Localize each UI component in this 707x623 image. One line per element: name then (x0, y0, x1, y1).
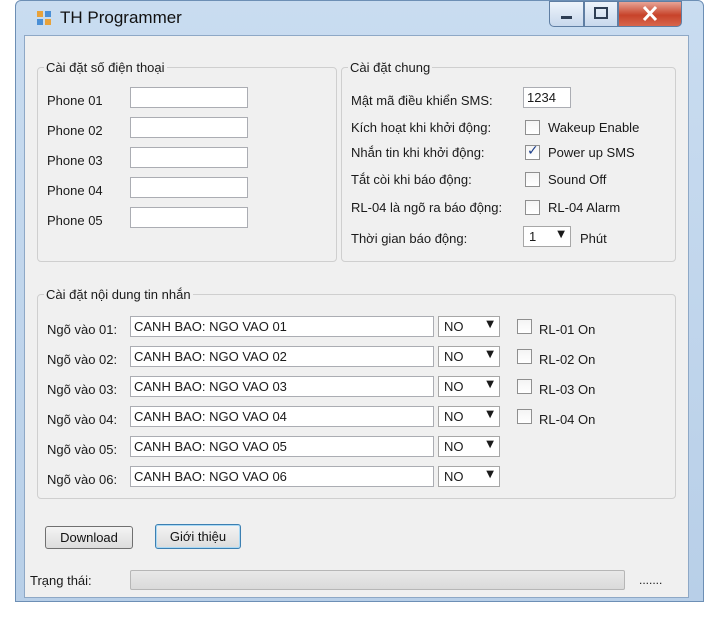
input-06-mode-value: NO (444, 469, 464, 484)
window-title: TH Programmer (60, 8, 182, 27)
sms-code-input[interactable]: 1234 (523, 87, 571, 108)
input-01-message[interactable]: CANH BAO: NGO VAO 01 (130, 316, 434, 337)
status-dots: ....... (639, 573, 663, 587)
phone-04-label: Phone 04 (47, 183, 103, 198)
input-02-mode-select[interactable]: NO ▼ (438, 346, 500, 367)
sound-off-checkbox[interactable] (525, 172, 540, 187)
chevron-down-icon: ▼ (486, 379, 494, 390)
minimize-button[interactable] (549, 1, 584, 27)
chevron-down-icon: ▼ (557, 229, 565, 240)
input-03-label: Ngõ vào 03: (47, 382, 118, 397)
rl-02-text: RL-02 On (539, 352, 596, 367)
message-settings-legend: Cài đặt nội dung tin nhắn (46, 287, 191, 302)
chevron-down-icon: ▼ (486, 469, 494, 480)
phone-01-input[interactable] (130, 87, 248, 108)
close-button[interactable] (618, 1, 682, 27)
input-04-mode-select[interactable]: NO ▼ (438, 406, 500, 427)
status-progress-bar (130, 570, 625, 590)
wakeup-enable-text: Wakeup Enable (548, 120, 640, 135)
rl-04-text: RL-04 On (539, 412, 596, 427)
maximize-button[interactable] (584, 1, 618, 27)
input-04-label: Ngõ vào 04: (47, 412, 118, 427)
rl-01-checkbox[interactable] (517, 319, 532, 334)
input-05-mode-value: NO (444, 439, 464, 454)
phone-03-input[interactable] (130, 147, 248, 168)
phone-04-input[interactable] (130, 177, 248, 198)
rl-03-text: RL-03 On (539, 382, 596, 397)
alarm-time-unit: Phút (580, 231, 607, 246)
power-up-sms-checkbox[interactable] (525, 143, 540, 160)
rl04-alarm-text: RL-04 Alarm (548, 200, 621, 215)
phone-settings-legend: Cài đặt số điện thoại (46, 60, 165, 75)
general-settings-legend: Cài đặt chung (350, 60, 431, 75)
chevron-down-icon: ▼ (486, 409, 494, 420)
input-05-message[interactable]: CANH BAO: NGO VAO 05 (130, 436, 434, 457)
input-01-mode-select[interactable]: NO ▼ (438, 316, 500, 337)
power-up-sms-text: Power up SMS (548, 145, 635, 160)
rl04-alarm-label: RL-04 là ngõ ra báo động: (351, 200, 503, 215)
input-06-label: Ngõ vào 06: (47, 472, 118, 487)
phone-01-label: Phone 01 (47, 93, 103, 108)
rl-04-checkbox[interactable] (517, 409, 532, 424)
rl04-alarm-checkbox[interactable] (525, 200, 540, 215)
powerup-label: Nhắn tin khi khởi động: (351, 145, 485, 160)
phone-02-label: Phone 02 (47, 123, 103, 138)
minimize-icon (561, 16, 572, 19)
input-02-label: Ngõ vào 02: (47, 352, 118, 367)
input-05-label: Ngõ vào 05: (47, 442, 118, 457)
app-window: TH Programmer Cài đặt số điện thoại Phon… (15, 0, 704, 602)
input-04-message[interactable]: CANH BAO: NGO VAO 04 (130, 406, 434, 427)
input-05-mode-select[interactable]: NO ▼ (438, 436, 500, 457)
app-icon (37, 11, 51, 25)
phone-02-input[interactable] (130, 117, 248, 138)
client-area: Cài đặt số điện thoại Phone 01 Phone 02 … (24, 35, 689, 598)
input-03-mode-select[interactable]: NO ▼ (438, 376, 500, 397)
close-icon (642, 5, 658, 22)
input-02-mode-value: NO (444, 349, 464, 364)
wakeup-label: Kích hoạt khi khởi động: (351, 120, 492, 135)
about-button[interactable]: Giới thiệu (155, 524, 241, 549)
chevron-down-icon: ▼ (486, 319, 494, 330)
sms-code-label: Mật mã điều khiển SMS: (351, 93, 493, 108)
input-02-message[interactable]: CANH BAO: NGO VAO 02 (130, 346, 434, 367)
input-06-mode-select[interactable]: NO ▼ (438, 466, 500, 487)
title-bar[interactable]: TH Programmer (16, 1, 703, 35)
rl-01-text: RL-01 On (539, 322, 596, 337)
alarm-time-select[interactable]: 1 ▼ (523, 226, 571, 247)
alarm-time-value: 1 (529, 229, 537, 244)
input-03-message[interactable]: CANH BAO: NGO VAO 03 (130, 376, 434, 397)
wakeup-enable-checkbox[interactable] (525, 120, 540, 135)
phone-05-input[interactable] (130, 207, 248, 228)
input-03-mode-value: NO (444, 379, 464, 394)
input-01-label: Ngõ vào 01: (47, 322, 118, 337)
sound-off-text: Sound Off (548, 172, 607, 187)
rl-03-checkbox[interactable] (517, 379, 532, 394)
input-04-mode-value: NO (444, 409, 464, 424)
chevron-down-icon: ▼ (486, 349, 494, 360)
maximize-icon (594, 7, 608, 19)
download-button[interactable]: Download (45, 526, 133, 549)
alarm-time-label: Thời gian báo động: (351, 231, 468, 246)
chevron-down-icon: ▼ (486, 439, 494, 450)
phone-03-label: Phone 03 (47, 153, 103, 168)
sound-off-label: Tắt còi khi báo động: (351, 172, 472, 187)
phone-05-label: Phone 05 (47, 213, 103, 228)
input-01-mode-value: NO (444, 319, 464, 334)
status-label: Trạng thái: (30, 573, 92, 588)
input-06-message[interactable]: CANH BAO: NGO VAO 06 (130, 466, 434, 487)
rl-02-checkbox[interactable] (517, 349, 532, 364)
